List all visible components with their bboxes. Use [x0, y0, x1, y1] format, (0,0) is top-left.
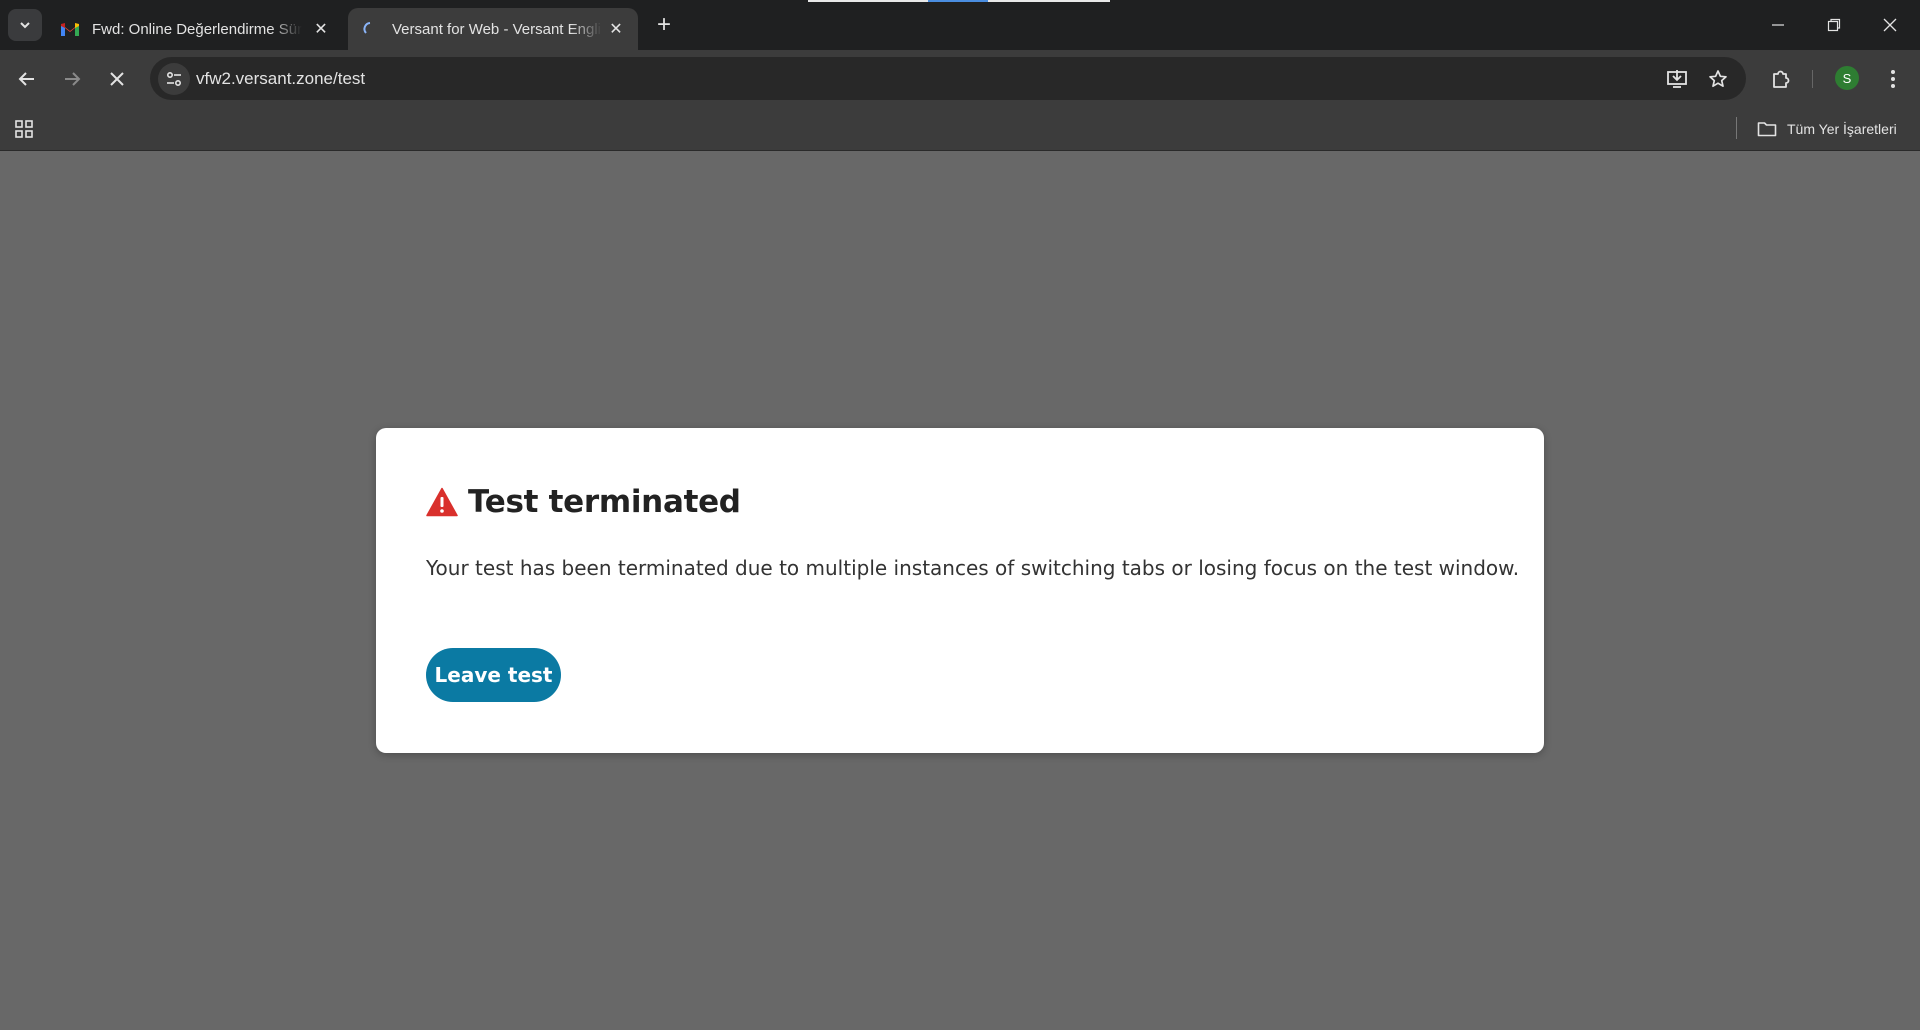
tab-title: Fwd: Online Değerlendirme Süreci: [92, 20, 302, 38]
all-bookmarks-button[interactable]: Tüm Yer İşaretleri: [1757, 117, 1897, 141]
dialog-header: Test terminated: [426, 484, 741, 520]
tab-versant[interactable]: Versant for Web - Versant English ✕: [348, 8, 638, 50]
toolbar-divider: [1812, 70, 1813, 88]
site-info-button[interactable]: [158, 63, 190, 95]
close-window-button[interactable]: [1862, 0, 1918, 50]
browser-toolbar: vfw2.versant.zone/test S: [0, 50, 1920, 107]
loading-spinner-icon: [360, 19, 380, 39]
all-bookmarks-label: Tüm Yer İşaretleri: [1787, 121, 1897, 137]
page-loading-bar: [808, 0, 1110, 2]
extensions-icon[interactable]: [1764, 62, 1798, 96]
bookmarks-bar: Tüm Yer İşaretleri: [0, 107, 1920, 151]
star-icon[interactable]: [1707, 68, 1729, 90]
restore-icon: [1827, 18, 1841, 32]
gmail-icon: [60, 19, 80, 39]
chevron-down-icon: [20, 22, 30, 29]
close-icon: [1883, 18, 1897, 32]
address-bar[interactable]: vfw2.versant.zone/test: [150, 57, 1746, 100]
close-icon[interactable]: ✕: [606, 19, 626, 39]
test-terminated-dialog: Test terminated Your test has been termi…: [376, 428, 1544, 753]
tab-title: Versant for Web - Versant English: [392, 20, 602, 38]
back-button[interactable]: [10, 62, 44, 96]
arrow-left-icon: [18, 72, 34, 86]
tab-search-button[interactable]: [8, 9, 42, 41]
close-icon: [110, 72, 124, 86]
more-menu-icon[interactable]: [1876, 62, 1910, 96]
minimize-icon: [1772, 24, 1784, 26]
install-app-icon[interactable]: [1666, 68, 1688, 90]
dialog-message: Your test has been terminated due to mul…: [426, 556, 1520, 580]
folder-icon: [1757, 122, 1777, 137]
leave-test-button[interactable]: Leave test: [426, 648, 561, 702]
tab-strip: Fwd: Online Değerlendirme Süreci ✕ Versa…: [0, 0, 1920, 50]
apps-icon[interactable]: [7, 112, 41, 146]
dialog-title: Test terminated: [468, 484, 741, 520]
bookmarks-divider: [1736, 117, 1737, 139]
url-text[interactable]: vfw2.versant.zone/test: [196, 69, 365, 89]
profile-avatar[interactable]: S: [1835, 66, 1859, 90]
restore-button[interactable]: [1806, 0, 1862, 50]
new-tab-button[interactable]: +: [651, 11, 677, 38]
stop-loading-button[interactable]: [100, 62, 134, 96]
forward-button[interactable]: [55, 62, 89, 96]
warning-icon: [426, 487, 458, 517]
close-icon[interactable]: ✕: [311, 19, 331, 39]
minimize-button[interactable]: [1750, 0, 1806, 50]
tune-icon: [166, 71, 182, 87]
arrow-right-icon: [65, 72, 81, 86]
tab-gmail[interactable]: Fwd: Online Değerlendirme Süreci ✕: [48, 8, 343, 50]
